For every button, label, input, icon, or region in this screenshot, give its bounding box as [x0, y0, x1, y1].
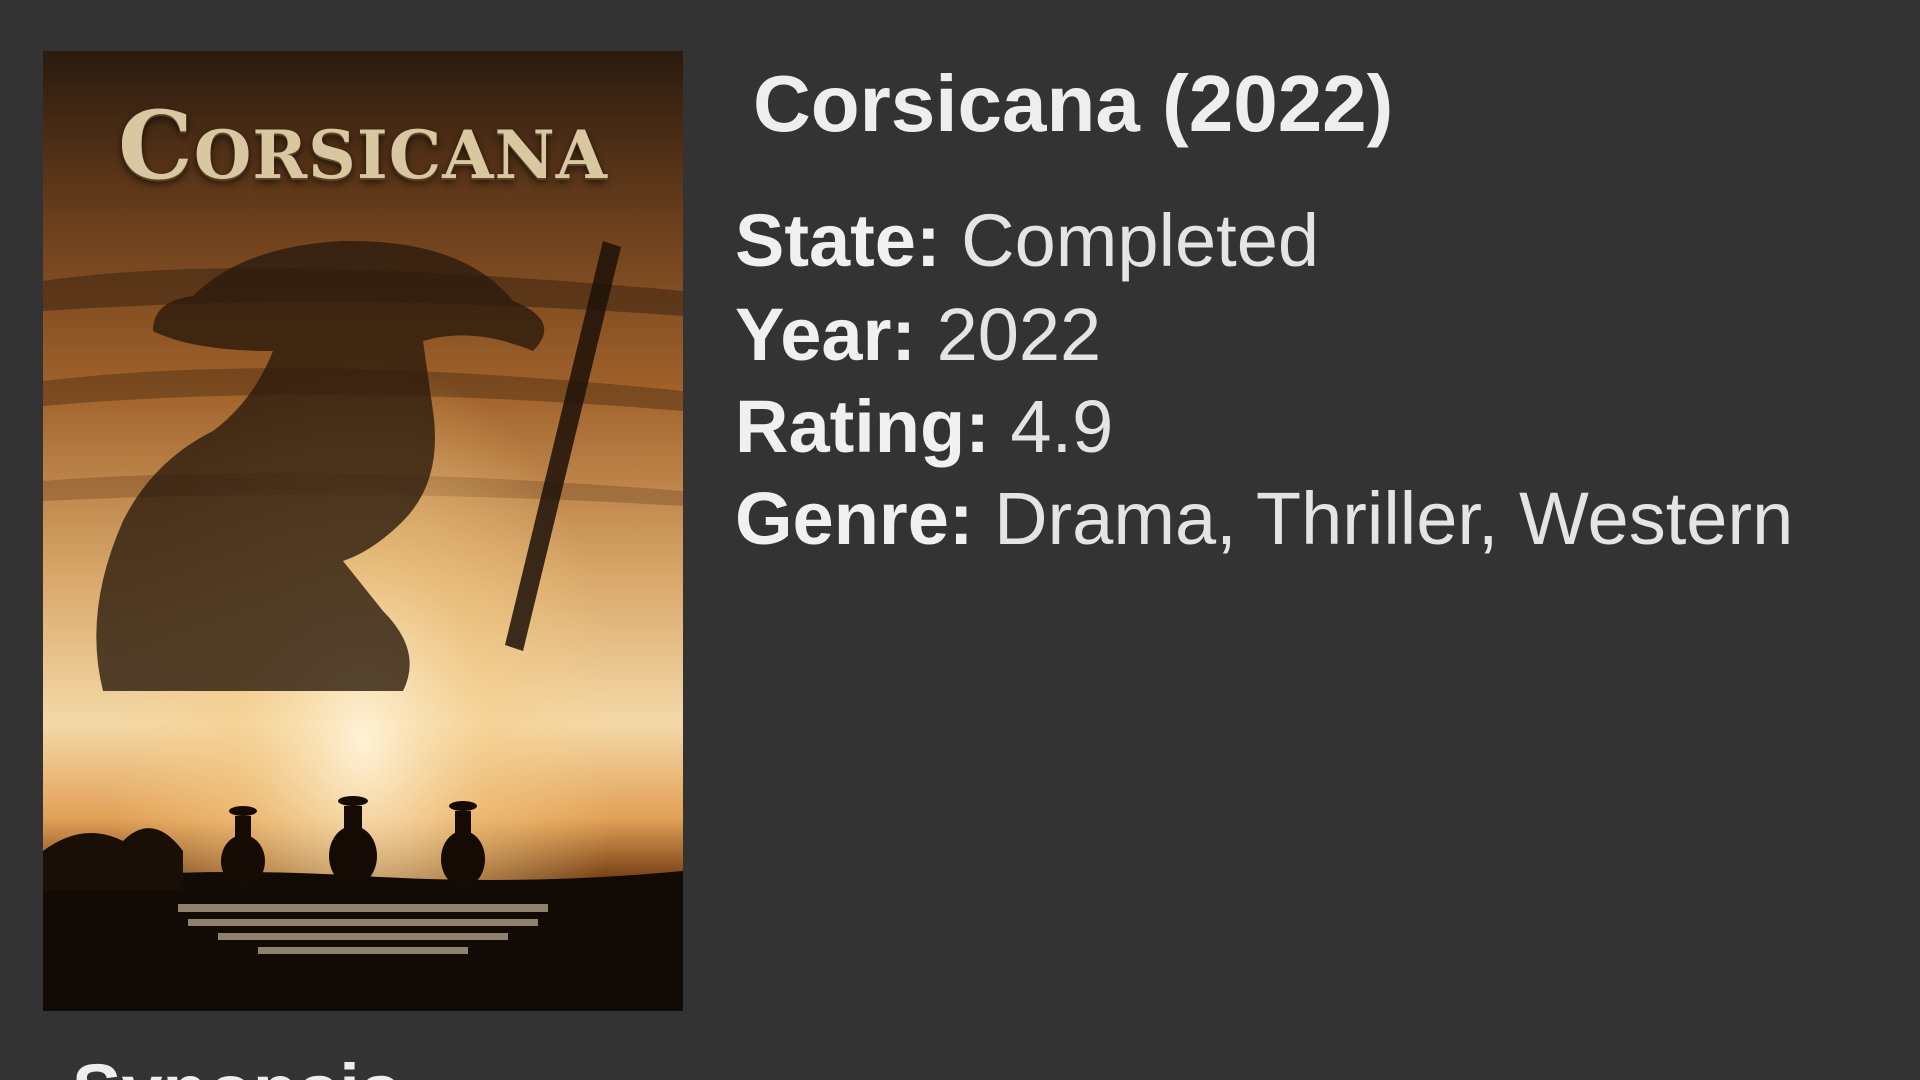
state-label: State: [735, 199, 941, 282]
movie-detail-screen: Corsicana Corsicana (2022) State: Comple… [0, 0, 1920, 1080]
rating-row: Rating: 4.9 [735, 384, 1113, 469]
genre-row: Genre: Drama, Thriller, Western [735, 476, 1793, 561]
year-row: Year: 2022 [735, 292, 1101, 377]
genre-value: Drama, Thriller, Western [994, 477, 1794, 560]
rating-value: 4.9 [1010, 385, 1114, 468]
year-label: Year: [735, 293, 917, 376]
state-row: State: Completed [735, 198, 1319, 283]
poster-title-art: Corsicana [118, 91, 608, 201]
synopsis-heading: Synopsis [72, 1048, 401, 1080]
rating-label: Rating: [735, 385, 990, 468]
movie-title: Corsicana (2022) [753, 59, 1394, 148]
movie-poster[interactable]: Corsicana [43, 51, 683, 1011]
year-value: 2022 [936, 293, 1102, 376]
genre-label: Genre: [735, 477, 974, 560]
state-value: Completed [961, 199, 1320, 282]
